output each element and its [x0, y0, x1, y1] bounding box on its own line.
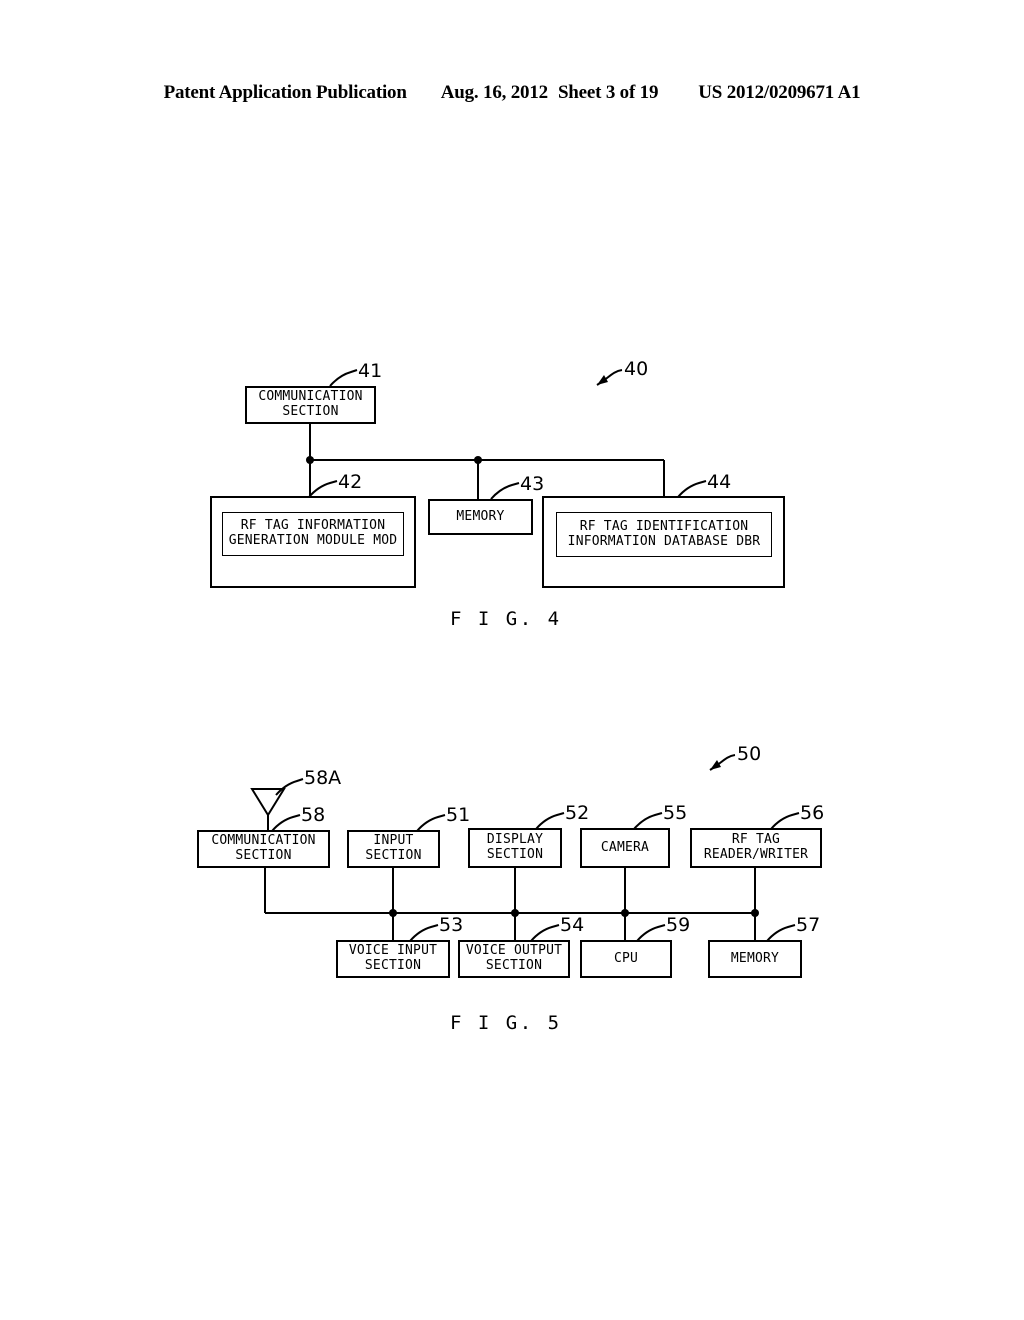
fig5-rf-tag-reader-writer-block: RF TAG READER/WRITER — [690, 828, 822, 868]
fig5-memory-block: MEMORY — [708, 940, 802, 978]
figure-5-wiring — [250, 754, 800, 942]
fig5-input-section-block: INPUT SECTION — [347, 830, 440, 868]
fig5-camera-label: CAMERA — [600, 839, 650, 855]
fig5-input-section-label: INPUT SECTION — [365, 833, 422, 863]
fig5-ref-58a-antenna: 58A — [304, 767, 342, 789]
fig5-ref-56: 56 — [800, 802, 825, 824]
fig5-voice-input-section-label: VOICE INPUT SECTION — [348, 943, 438, 973]
figure-5-caption: F I G. 5 — [450, 1012, 562, 1034]
fig5-display-section-label: DISPLAY SECTION — [486, 832, 544, 862]
fig5-communication-section-block: COMMUNICATION SECTION — [197, 830, 330, 868]
fig5-voice-output-section-label: VOICE OUTPUT SECTION — [465, 943, 563, 973]
fig5-display-section-block: DISPLAY SECTION — [468, 828, 562, 868]
fig5-rf-tag-reader-writer-label: RF TAG READER/WRITER — [703, 832, 809, 862]
fig5-voice-input-section-block: VOICE INPUT SECTION — [336, 940, 450, 978]
fig5-camera-block: CAMERA — [580, 828, 670, 868]
figure-5: 58A COMMUNICATION SECTION 58 INPUT SECTI… — [0, 0, 1024, 1320]
fig5-cpu-block: CPU — [580, 940, 672, 978]
fig5-ref-52: 52 — [565, 802, 590, 824]
fig5-ref-50-assembly: 50 — [737, 743, 762, 765]
fig5-memory-label: MEMORY — [730, 950, 780, 966]
fig5-ref-58: 58 — [301, 804, 326, 826]
fig5-ref-54: 54 — [560, 914, 585, 936]
fig5-ref-59: 59 — [666, 914, 691, 936]
fig5-communication-section-label: COMMUNICATION SECTION — [211, 833, 316, 863]
fig5-ref-55: 55 — [663, 802, 688, 824]
fig5-ref-53: 53 — [439, 914, 464, 936]
fig5-voice-output-section-block: VOICE OUTPUT SECTION — [458, 940, 570, 978]
fig5-cpu-label: CPU — [613, 950, 639, 966]
fig5-ref-57: 57 — [796, 914, 821, 936]
fig5-ref-51: 51 — [446, 804, 471, 826]
